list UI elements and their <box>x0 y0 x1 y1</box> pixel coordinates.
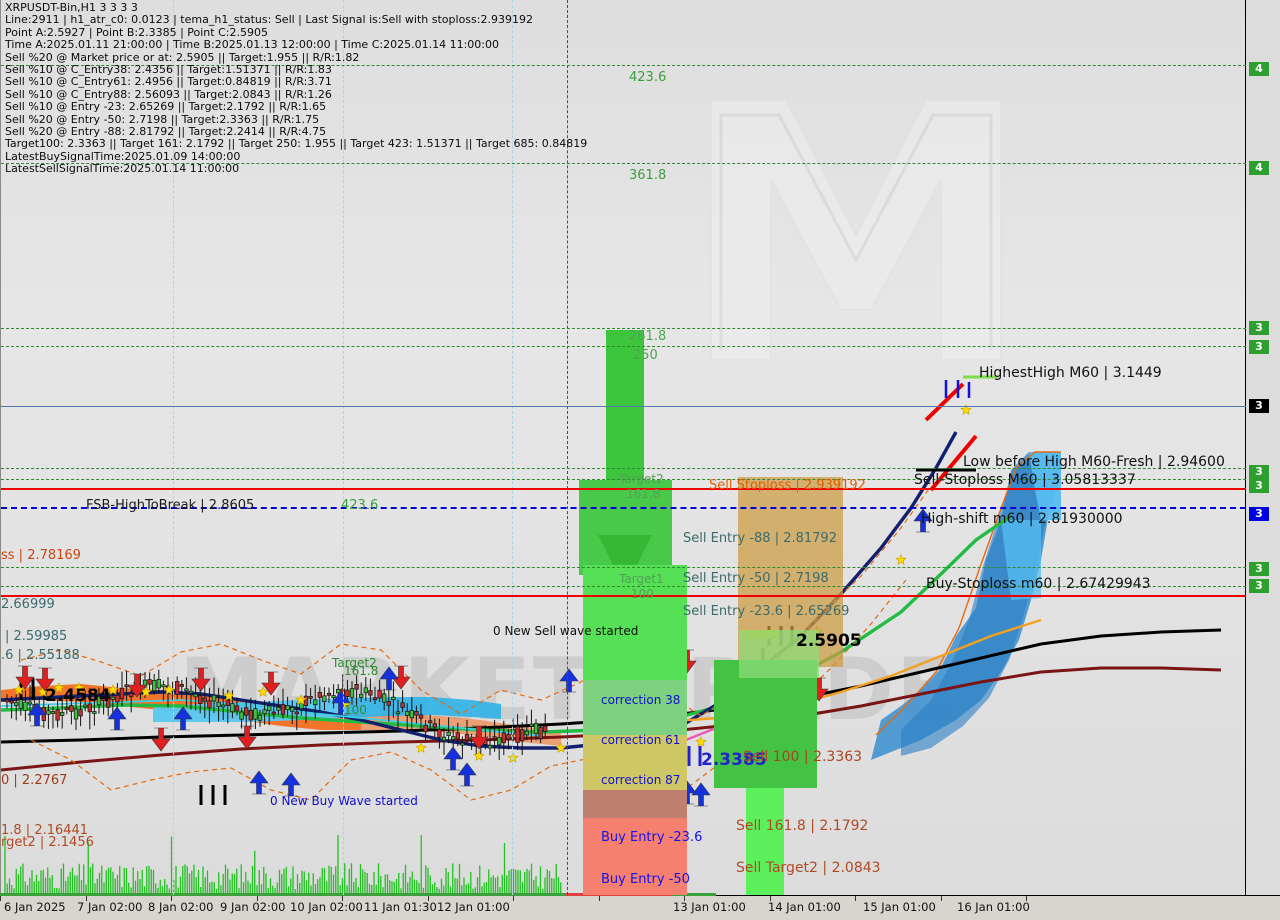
time-tick-9: 15 Jan 01:00 <box>863 900 936 914</box>
badge-fib-261-8[interactable]: 3 <box>1249 321 1269 335</box>
badge-buy-sl-m60[interactable]: 3 <box>1249 562 1269 576</box>
time-tick-7: 13 Jan 01:00 <box>673 900 746 914</box>
label-left-259985: | 2.59985 <box>5 629 68 644</box>
time-tick-2: 8 Jan 02:00 <box>148 900 214 914</box>
label-new-buy-wave: 0 New Buy Wave started <box>270 794 418 808</box>
time-tick-10: 16 Jan 01:00 <box>957 900 1030 914</box>
axis-band-green <box>0 893 566 896</box>
time-tickmark-8 <box>684 896 685 901</box>
time-tickmark-0 <box>0 896 1 901</box>
fib-423-6-mid: 423.6 <box>341 498 379 513</box>
label-left-266999: 2.66999 <box>1 597 55 612</box>
badge-fib-361-8[interactable]: 4 <box>1249 161 1269 175</box>
label-sell-100: Sell 100 | 2.3363 <box>743 749 863 765</box>
label-price-24584: 2.4584 <box>45 686 111 706</box>
label-sell-entry-236: Sell Entry -23.6 | 2.65269 <box>683 604 850 619</box>
fib-261-8: 261.8 <box>629 329 667 344</box>
badge-fib-423-6-top[interactable]: 4 <box>1249 62 1269 76</box>
label-price-25905: 2.5905 <box>796 631 862 651</box>
badge-current-price[interactable]: 3 <box>1249 399 1269 413</box>
time-tick-4: 10 Jan 02:00 <box>290 900 363 914</box>
time-tick-6: 12 Jan 01:00 <box>437 900 510 914</box>
hline-fib-261-8 <box>1 328 1246 329</box>
trading-chart-window: MARKET TRADE <box>0 0 1280 920</box>
fib-target2-up: Target2 <box>619 472 664 486</box>
info-line-6: Sell %10 @ C_Entry61: 2.4956 || Target:0… <box>5 75 332 89</box>
fib-161-8-up: 161.8 <box>626 487 661 501</box>
label-sell-target2: Sell Target2 | 2.0843 <box>736 860 881 876</box>
zone-buy-green-mid <box>583 680 687 735</box>
zone-buy-brown <box>583 790 687 818</box>
label-sell-161-8: Sell 161.8 | 2.1792 <box>736 818 869 834</box>
badge-buy-sl-red[interactable]: 3 <box>1249 579 1269 593</box>
info-line-8: Sell %10 @ Entry -23: 2.65269 || Target:… <box>5 100 327 114</box>
time-tick-8: 14 Jan 01:00 <box>768 900 841 914</box>
hline-current-price <box>1 406 1246 407</box>
fib-100-low: 100 <box>344 703 367 717</box>
label-left-target2-21456: rget2 | 2.1456 <box>1 835 94 850</box>
time-tick-1: 7 Jan 02:00 <box>77 900 143 914</box>
hline-sell-stoploss-red <box>1 488 1246 490</box>
time-tickmark-1 <box>86 896 87 901</box>
time-tickmark-5 <box>428 896 429 901</box>
label-fsb-high-to-break: FSB-HighToBreak | 2.8605 <box>86 498 255 513</box>
time-axis[interactable]: 6 Jan 2025 7 Jan 02:00 8 Jan 02:00 9 Jan 02… <box>0 893 1280 920</box>
label-highest-high: HighestHigh M60 | 3.1449 <box>979 365 1162 381</box>
fib-250: 250 <box>633 348 658 363</box>
label-buy-stoploss-m60: Buy-Stoploss m60 | 2.67429943 <box>926 576 1151 592</box>
info-line-1: Line:2911 | h1_atr_c0: 0.0123 | tema_h1_… <box>5 13 533 27</box>
info-line-3: Time A:2025.01.11 21:00:00 | Time B:2025… <box>5 38 499 52</box>
fib-361-8: 361.8 <box>629 168 667 183</box>
time-tickmark-7 <box>599 896 600 901</box>
time-tickmark-2 <box>171 896 172 901</box>
label-correction-87: correction 87 <box>601 773 681 787</box>
time-tickmark-12 <box>1026 896 1027 901</box>
badge-fib-250[interactable]: 3 <box>1249 340 1269 354</box>
time-tickmark-10 <box>855 896 856 901</box>
time-tickmark-9 <box>770 896 771 901</box>
price-scale[interactable]: 4433333333 <box>1245 0 1280 895</box>
label-correction-38: correction 38 <box>601 693 681 707</box>
label-sell-stoploss: Sell Stoploss | 2.939192 <box>709 478 866 493</box>
time-tickmark-6 <box>513 896 514 901</box>
info-line-13: LatestSellSignalTime:2025.01.14 11:00:00 <box>5 162 240 176</box>
time-tickmark-3 <box>257 896 258 901</box>
label-left-22767: 0 | 2.2767 <box>1 773 68 788</box>
zone-sell-target-narrow <box>746 788 784 895</box>
badge-sell-sl-m60[interactable]: 3 <box>1249 465 1269 479</box>
label-sell-stoploss-m60: Sell-Stoploss M60 | 3.05813337 <box>914 472 1136 488</box>
hline-buy-stoploss-red <box>1 595 1246 597</box>
time-tick-3: 9 Jan 02:00 <box>220 900 286 914</box>
info-line-11: Target100: 2.3363 || Target 161: 2.1792 … <box>5 137 588 151</box>
hline-fib-250 <box>1 346 1246 347</box>
fib-target1-up: Target1 <box>619 572 664 586</box>
label-sell-entry-88: Sell Entry -88 | 2.81792 <box>683 531 837 546</box>
fib-423-6-top: 423.6 <box>629 70 667 85</box>
label-left-stoploss: ss | 2.78169 <box>1 548 81 563</box>
time-tick-5: 11 Jan 01:30 <box>364 900 437 914</box>
chart-plot-area[interactable]: MARKET TRADE <box>0 0 1246 895</box>
fib-161-8-low: 161.8 <box>344 664 379 678</box>
chart-info-panel: XRPUSDT-Bin,H1 3 3 3 3 Line:2911 | h1_atr… <box>3 1 589 176</box>
label-buy-entry-236: Buy Entry -23.6 <box>601 830 703 845</box>
time-tickmark-11 <box>941 896 942 901</box>
time-tick-0: 6 Jan 2025 <box>4 900 66 914</box>
badge-sell-sl-red[interactable]: 3 <box>1249 479 1269 493</box>
hline-fib-target1 <box>1 567 1246 568</box>
badge-fsb-high-break[interactable]: 3 <box>1249 507 1269 521</box>
label-high-shift-m60: High-shift m60 | 2.81930000 <box>921 511 1123 527</box>
label-new-sell-wave: 0 New Sell wave started <box>493 624 639 638</box>
label-sell-entry-50: Sell Entry -50 | 2.7198 <box>683 571 829 586</box>
label-correction-61: correction 61 <box>601 733 681 747</box>
label-low-before-high: Low before High M60-Fresh | 2.94600 <box>963 454 1225 470</box>
label-left-255188: .6 | 2.55188 <box>1 648 80 663</box>
time-tickmark-4 <box>342 896 343 901</box>
fib-100-up: 100 <box>631 587 654 601</box>
label-buy-entry-50: Buy Entry -50 <box>601 872 690 887</box>
